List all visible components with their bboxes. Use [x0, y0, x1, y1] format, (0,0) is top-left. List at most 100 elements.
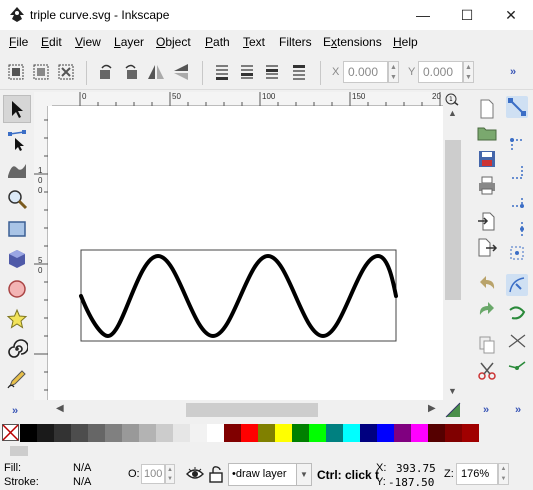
- menu-extensions[interactable]: Extensions: [323, 35, 382, 49]
- color-gradient-icon[interactable]: [445, 402, 461, 418]
- color-swatch[interactable]: [241, 424, 258, 442]
- menu-view[interactable]: View: [75, 35, 101, 49]
- color-swatch[interactable]: [394, 424, 411, 442]
- invert-selection-icon[interactable]: [56, 62, 76, 82]
- menu-layer[interactable]: Layer: [114, 35, 144, 49]
- color-swatch[interactable]: [105, 424, 122, 442]
- triple-sine-curve[interactable]: [79, 253, 398, 339]
- select-all-icon[interactable]: [6, 62, 26, 82]
- horizontal-ruler[interactable]: 0 50 100 150 20: [52, 92, 443, 106]
- horizontal-scrollbar[interactable]: ◀ ▶: [48, 400, 443, 420]
- color-swatch[interactable]: [37, 424, 54, 442]
- menu-path[interactable]: Path: [205, 35, 230, 49]
- color-swatch[interactable]: [343, 424, 360, 442]
- rotate-ccw-icon[interactable]: [96, 62, 116, 82]
- redo-icon[interactable]: [476, 298, 498, 320]
- zoom-correction-icon[interactable]: 1: [443, 92, 463, 106]
- fill-value[interactable]: N/A: [73, 462, 91, 474]
- scroll-left-icon[interactable]: ◀: [56, 403, 64, 414]
- menu-text[interactable]: Text: [243, 35, 265, 49]
- new-document-icon[interactable]: [476, 98, 498, 120]
- palette-scrollbar[interactable]: [0, 443, 533, 459]
- color-swatch[interactable]: [462, 424, 479, 442]
- print-icon[interactable]: [476, 174, 498, 196]
- y-spin-buttons[interactable]: ▲ ▼: [463, 61, 474, 83]
- ellipse-tool[interactable]: [3, 275, 31, 303]
- snap-bbox-icon[interactable]: [506, 134, 528, 156]
- color-swatch[interactable]: [360, 424, 377, 442]
- color-swatch[interactable]: [122, 424, 139, 442]
- commands-overflow-icon[interactable]: »: [483, 404, 489, 416]
- vertical-scrollbar[interactable]: ▲ ▼: [443, 106, 463, 400]
- color-swatch[interactable]: [71, 424, 88, 442]
- palette-scroll-thumb[interactable]: [10, 446, 28, 456]
- snap-nodes-icon[interactable]: [506, 274, 528, 296]
- lower-icon[interactable]: [237, 62, 257, 82]
- color-swatch[interactable]: [20, 424, 37, 442]
- vertical-scroll-thumb[interactable]: [445, 140, 461, 300]
- menu-edit[interactable]: Edit: [41, 35, 62, 49]
- snap-bbox-midpoint-icon[interactable]: [506, 218, 528, 240]
- spiral-tool[interactable]: [3, 335, 31, 363]
- zoom-tool[interactable]: [3, 185, 31, 213]
- flip-horizontal-icon[interactable]: [146, 62, 166, 82]
- y-field[interactable]: 0.000: [418, 61, 463, 83]
- select-all-layers-icon[interactable]: [31, 62, 51, 82]
- color-swatch[interactable]: [275, 424, 292, 442]
- color-swatch[interactable]: [258, 424, 275, 442]
- x-spin-buttons[interactable]: ▲ ▼: [388, 61, 399, 83]
- snap-bbox-center-icon[interactable]: [506, 242, 528, 264]
- no-paint-swatch-icon[interactable]: [2, 424, 19, 441]
- color-swatch[interactable]: [292, 424, 309, 442]
- opacity-field[interactable]: 100: [141, 464, 165, 484]
- snap-overflow-icon[interactable]: »: [515, 404, 521, 416]
- opacity-spin-buttons[interactable]: ▲ ▼: [165, 464, 175, 484]
- color-swatch[interactable]: [88, 424, 105, 442]
- menu-filters[interactable]: Filters: [279, 35, 312, 49]
- color-swatch[interactable]: [309, 424, 326, 442]
- color-swatch[interactable]: [377, 424, 394, 442]
- scroll-up-icon[interactable]: ▲: [448, 108, 457, 118]
- zoom-field[interactable]: 176%: [456, 463, 498, 485]
- selector-tool[interactable]: [3, 95, 31, 123]
- toolbox-overflow-icon[interactable]: »: [12, 405, 18, 417]
- color-swatch[interactable]: [224, 424, 241, 442]
- node-tool[interactable]: [3, 127, 31, 155]
- copy-icon[interactable]: [476, 334, 498, 356]
- x-field[interactable]: 0.000: [343, 61, 388, 83]
- snap-paths-icon[interactable]: [506, 302, 528, 324]
- stroke-value[interactable]: N/A: [73, 476, 91, 488]
- color-swatch[interactable]: [428, 424, 445, 442]
- maximize-button[interactable]: ☐: [445, 0, 489, 30]
- snap-toggle-icon[interactable]: [506, 96, 528, 118]
- scroll-right-icon[interactable]: ▶: [428, 403, 436, 414]
- tweak-tool[interactable]: [3, 155, 31, 183]
- flip-vertical-icon[interactable]: [171, 62, 191, 82]
- menu-file[interactable]: File: [9, 35, 28, 49]
- export-icon[interactable]: [476, 236, 498, 258]
- minimize-button[interactable]: —: [401, 0, 445, 30]
- color-swatch[interactable]: [411, 424, 428, 442]
- color-swatch[interactable]: [207, 424, 224, 442]
- vertical-ruler[interactable]: 1 0 0 5 0: [34, 106, 48, 400]
- eye-visibility-icon[interactable]: [186, 465, 204, 483]
- snap-bbox-edge-icon[interactable]: [506, 162, 528, 184]
- close-button[interactable]: ✕: [489, 0, 533, 30]
- horizontal-scroll-thumb[interactable]: [186, 403, 318, 417]
- toolbar-overflow-icon[interactable]: »: [510, 66, 516, 78]
- color-swatch[interactable]: [156, 424, 173, 442]
- undo-icon[interactable]: [476, 272, 498, 294]
- lock-icon[interactable]: [208, 465, 224, 483]
- open-folder-icon[interactable]: [476, 122, 498, 144]
- raise-icon[interactable]: [262, 62, 282, 82]
- color-swatch[interactable]: [326, 424, 343, 442]
- rotate-cw-icon[interactable]: [121, 62, 141, 82]
- box-3d-tool[interactable]: [3, 245, 31, 273]
- cut-icon[interactable]: [476, 360, 498, 382]
- rectangle-tool[interactable]: [3, 215, 31, 243]
- save-icon[interactable]: [476, 148, 498, 170]
- snap-intersections-icon[interactable]: [506, 330, 528, 352]
- color-swatch[interactable]: [190, 424, 207, 442]
- color-swatch[interactable]: [54, 424, 71, 442]
- drawing-canvas[interactable]: [48, 106, 443, 400]
